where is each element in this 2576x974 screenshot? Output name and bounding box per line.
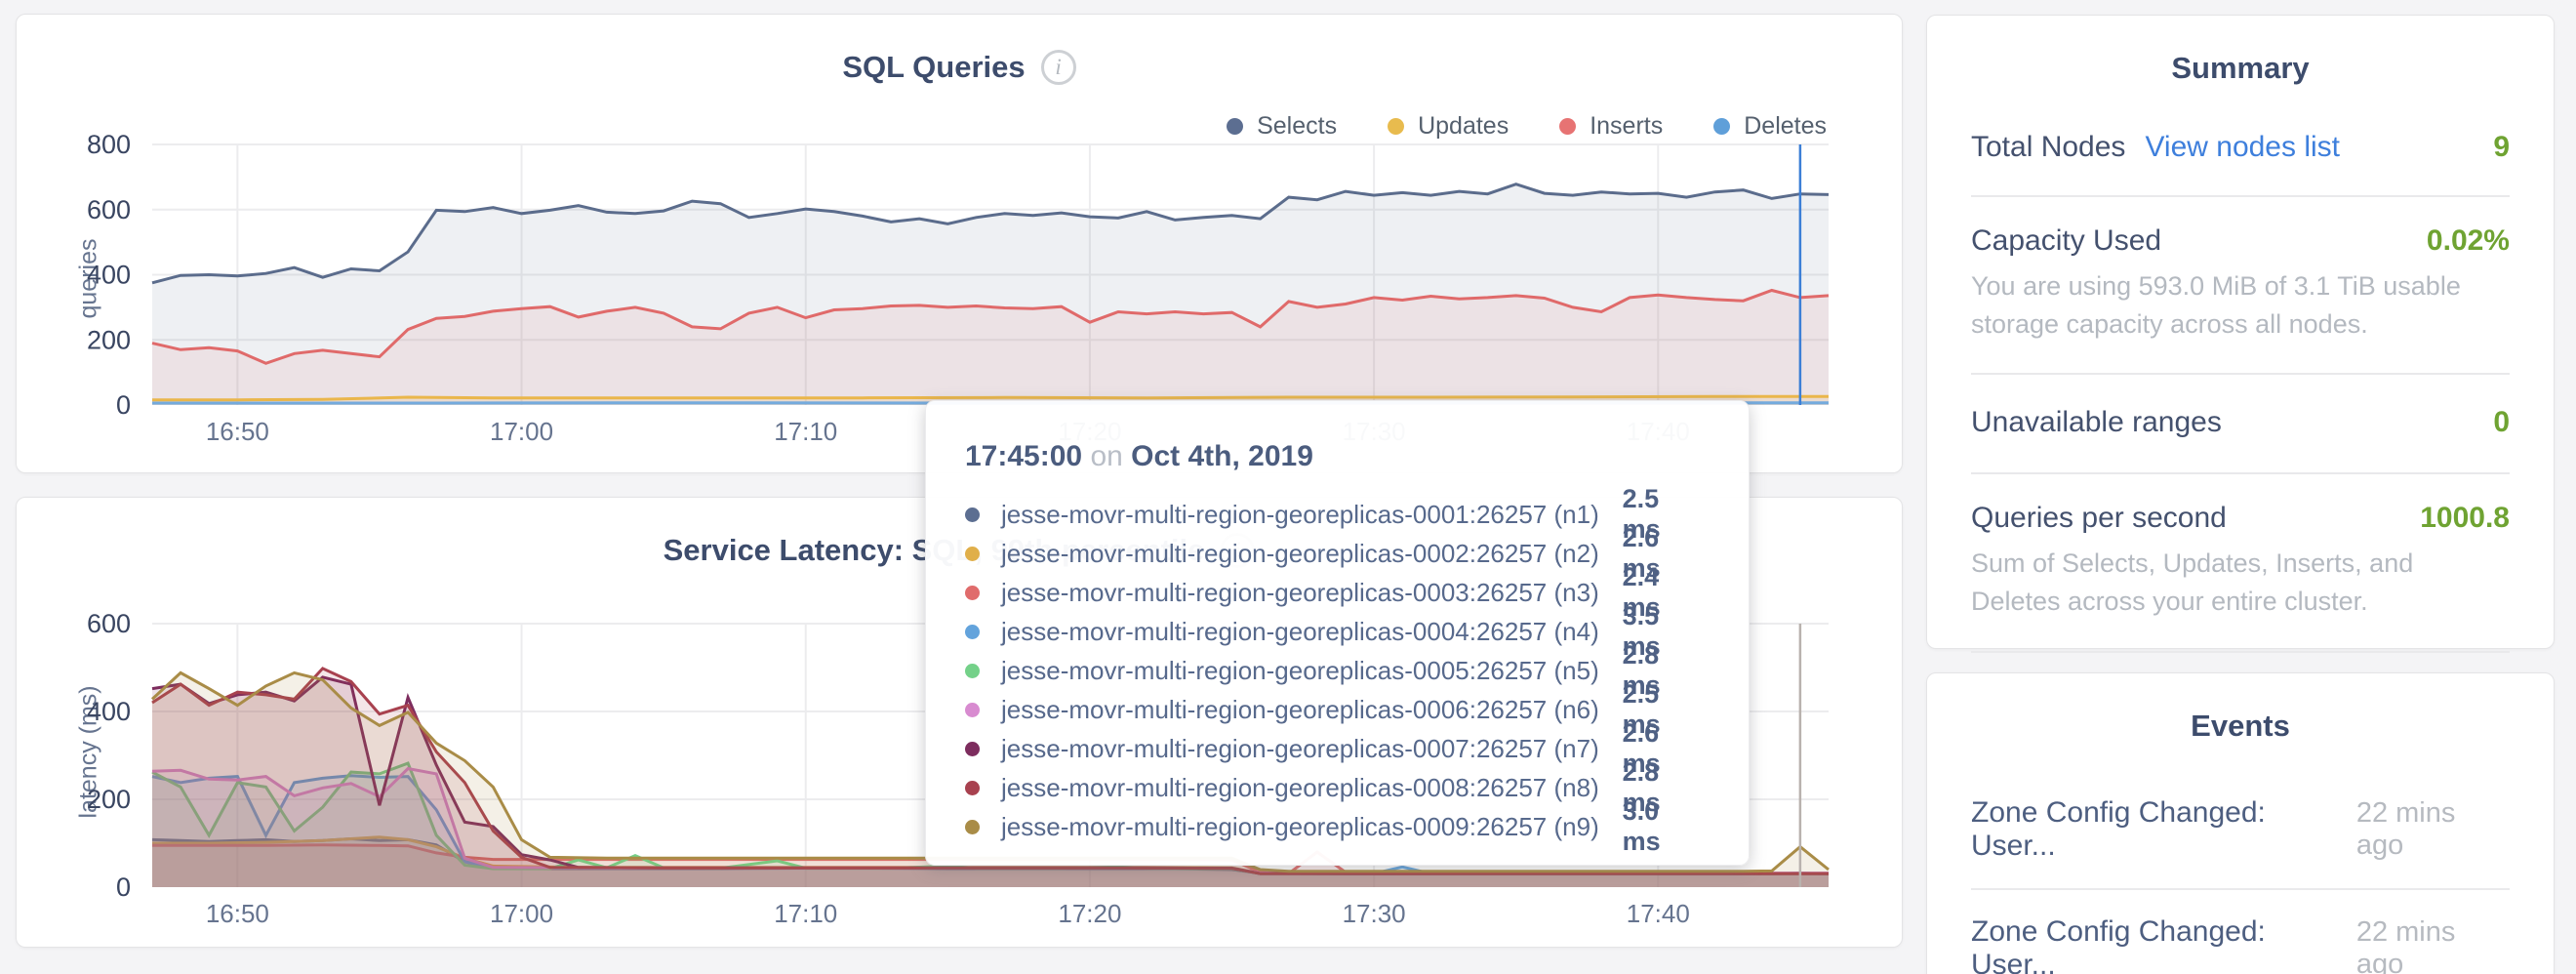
svg-text:0: 0 <box>116 873 131 902</box>
tooltip-row: jesse-movr-multi-region-georeplicas-0009… <box>965 807 1704 846</box>
node-2-dot-icon <box>965 547 980 561</box>
summary-title: Summary <box>1927 16 2554 86</box>
tooltip-date: Oct 4th, 2019 <box>1131 440 1313 472</box>
node-5-dot-icon <box>965 664 980 678</box>
node-7-dot-icon <box>965 742 980 756</box>
view-nodes-list-link[interactable]: View nodes list <box>2145 131 2340 164</box>
total-nodes-row: Total Nodes View nodes list 9 <box>1971 86 2510 195</box>
dashboard-page: { "chart_data": [ { "type": "area", "tit… <box>0 0 2576 974</box>
hover-tooltip: 17:45:00 on Oct 4th, 2019 jesse-movr-mul… <box>925 400 1750 866</box>
tooltip-time: 17:45:00 <box>965 440 1082 472</box>
unavailable-ranges-value: 0 <box>2493 406 2510 439</box>
queries-per-second-subtext: Sum of Selects, Updates, Inserts, and De… <box>1971 545 2510 621</box>
unavailable-ranges-row: Unavailable ranges 0 <box>1971 375 2510 472</box>
queries-per-second-value: 1000.8 <box>2420 502 2510 535</box>
tooltip-row: jesse-movr-multi-region-georeplicas-0007… <box>965 729 1704 768</box>
tooltip-row: jesse-movr-multi-region-georeplicas-0008… <box>965 768 1704 807</box>
node-4-dot-icon <box>965 625 980 639</box>
svg-text:200: 200 <box>87 785 131 814</box>
capacity-used-label: Capacity Used <box>1971 224 2161 258</box>
summary-card: Summary Total Nodes View nodes list 9 Ca… <box>1926 15 2555 649</box>
capacity-used-row: Capacity Used 0.02% You are using 593.0 … <box>1971 197 2510 373</box>
svg-text:16:50: 16:50 <box>206 899 269 928</box>
svg-text:17:10: 17:10 <box>774 899 837 928</box>
queries-per-second-label: Queries per second <box>1971 502 2227 535</box>
capacity-used-value: 0.02% <box>2427 224 2510 258</box>
events-card: Events Zone Config Changed: User... 22 m… <box>1926 672 2555 974</box>
event-row[interactable]: Zone Config Changed: User... 22 mins ago <box>1971 771 2510 888</box>
svg-text:17:30: 17:30 <box>1343 899 1406 928</box>
node-3-dot-icon <box>965 586 980 600</box>
tooltip-row: jesse-movr-multi-region-georeplicas-0002… <box>965 534 1704 573</box>
tooltip-rows: jesse-movr-multi-region-georeplicas-0001… <box>965 495 1704 846</box>
svg-text:17:00: 17:00 <box>490 417 553 446</box>
svg-text:400: 400 <box>87 261 131 290</box>
tooltip-row: jesse-movr-multi-region-georeplicas-0004… <box>965 612 1704 651</box>
node-8-dot-icon <box>965 781 980 795</box>
svg-text:17:00: 17:00 <box>490 899 553 928</box>
node-6-dot-icon <box>965 703 980 717</box>
svg-text:800: 800 <box>87 130 131 159</box>
tooltip-row: jesse-movr-multi-region-georeplicas-0003… <box>965 573 1704 612</box>
svg-text:200: 200 <box>87 325 131 354</box>
tooltip-row: jesse-movr-multi-region-georeplicas-0001… <box>965 495 1704 534</box>
unavailable-ranges-label: Unavailable ranges <box>1971 406 2222 439</box>
events-title: Events <box>1927 673 2554 744</box>
svg-text:17:40: 17:40 <box>1627 899 1690 928</box>
svg-text:0: 0 <box>116 390 131 420</box>
total-nodes-value: 9 <box>2493 131 2510 164</box>
svg-text:17:20: 17:20 <box>1058 899 1121 928</box>
event-row[interactable]: Zone Config Changed: User... 22 mins ago <box>1971 888 2510 974</box>
tooltip-header: 17:45:00 on Oct 4th, 2019 <box>965 440 1704 473</box>
svg-text:16:50: 16:50 <box>206 417 269 446</box>
svg-text:600: 600 <box>87 195 131 224</box>
tooltip-row: jesse-movr-multi-region-georeplicas-0005… <box>965 651 1704 690</box>
capacity-used-subtext: You are using 593.0 MiB of 3.1 TiB usabl… <box>1971 267 2510 344</box>
queries-per-second-row: Queries per second 1000.8 Sum of Selects… <box>1971 474 2510 650</box>
node-9-dot-icon <box>965 820 980 834</box>
svg-text:17:10: 17:10 <box>774 417 837 446</box>
node-1-dot-icon <box>965 507 980 522</box>
svg-text:600: 600 <box>87 609 131 638</box>
tooltip-row: jesse-movr-multi-region-georeplicas-0006… <box>965 690 1704 729</box>
total-nodes-label: Total Nodes <box>1971 131 2125 164</box>
svg-text:400: 400 <box>87 697 131 726</box>
